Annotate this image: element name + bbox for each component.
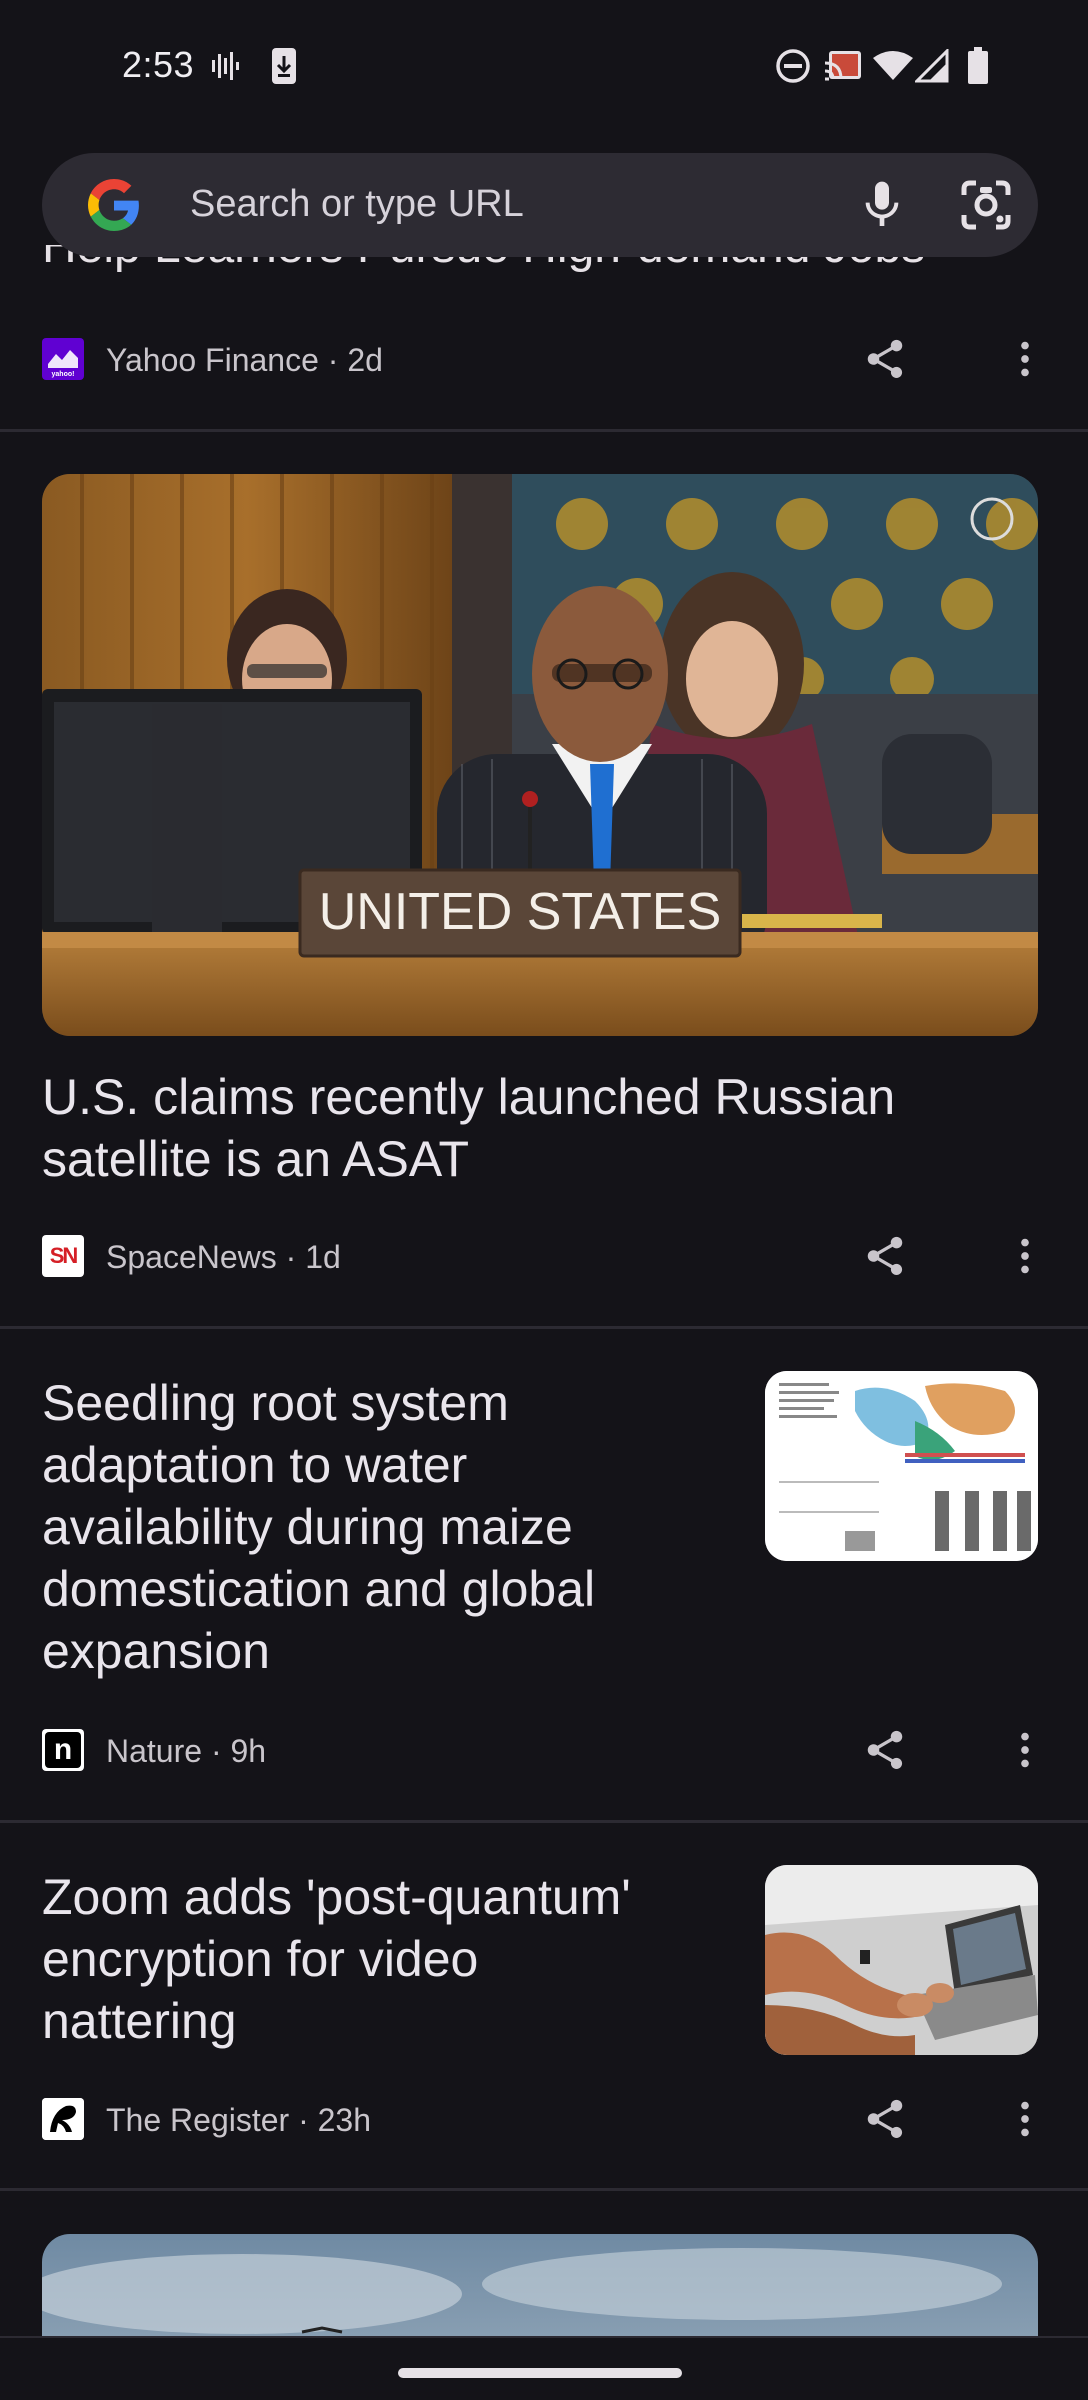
article-thumbnail[interactable] — [765, 1865, 1038, 2055]
share-icon[interactable] — [862, 1233, 908, 1279]
google-g-icon — [88, 179, 140, 231]
the-register-logo-icon — [42, 2098, 84, 2140]
divider — [0, 429, 1088, 432]
article-hero-image[interactable]: UNITED STATES — [42, 474, 1038, 1036]
more-options-icon[interactable] — [1002, 1233, 1048, 1279]
partial-article-meta: yahoo! Yahoo Finance · 2d — [42, 328, 1046, 388]
article-thumbnail[interactable] — [765, 1371, 1038, 1561]
article-headline[interactable]: Seedling root system adaptation to water… — [42, 1372, 742, 1682]
battery-icon — [964, 47, 992, 84]
cast-icon — [822, 48, 864, 84]
share-icon[interactable] — [862, 2096, 908, 2142]
article-meta: n Nature · 9h — [42, 1719, 1046, 1779]
source-label: The Register · 23h — [106, 2102, 372, 2138]
svg-text:UNITED STATES: UNITED STATES — [319, 883, 722, 941]
article-meta: SN SpaceNews · 1d — [42, 1225, 1046, 1285]
google-lens-icon[interactable] — [958, 177, 1014, 233]
divider — [0, 1326, 1088, 1329]
more-options-icon[interactable] — [1002, 336, 1048, 382]
source-label: Nature · 9h — [106, 1733, 267, 1769]
do-not-disturb-icon — [774, 48, 812, 84]
svg-text:yahoo!: yahoo! — [52, 371, 75, 378]
cell-signal-icon — [914, 48, 950, 84]
source-label: SpaceNews · 1d — [106, 1239, 341, 1275]
divider — [0, 2188, 1088, 2191]
article-headline[interactable]: U.S. claims recently launched Russian sa… — [42, 1066, 1032, 1190]
news-feed[interactable]: Help Learners Pursue High-demand Jobs ya… — [0, 0, 1088, 2340]
screen: Help Learners Pursue High-demand Jobs ya… — [0, 0, 1088, 2400]
search-input[interactable]: Search or type URL — [190, 183, 524, 226]
voicemail-bars-icon — [210, 48, 242, 84]
source-label: Yahoo Finance · 2d — [106, 342, 383, 378]
status-time: 2:53 — [122, 44, 195, 85]
article-hero-image[interactable] — [42, 2234, 1038, 2340]
home-gesture-handle[interactable] — [398, 2368, 682, 2378]
article-meta: The Register · 23h — [42, 2088, 1046, 2148]
wifi-icon — [872, 48, 914, 84]
share-icon[interactable] — [862, 1727, 908, 1773]
article-headline[interactable]: Zoom adds 'post-quantum' encryption for … — [42, 1866, 742, 2052]
more-options-icon[interactable] — [1002, 1727, 1048, 1773]
microphone-icon[interactable] — [854, 177, 910, 233]
nature-logo-icon: n — [42, 1729, 84, 1771]
spacenews-logo-icon: SN — [42, 1235, 84, 1277]
more-options-icon[interactable] — [1002, 2096, 1048, 2142]
download-phone-icon — [268, 48, 300, 84]
search-bar[interactable]: Search or type URL — [42, 153, 1038, 257]
status-bar: 2:53 — [0, 0, 1088, 135]
divider — [0, 1820, 1088, 1823]
yahoo-finance-logo-icon: yahoo! — [42, 338, 84, 380]
share-icon[interactable] — [862, 336, 908, 382]
